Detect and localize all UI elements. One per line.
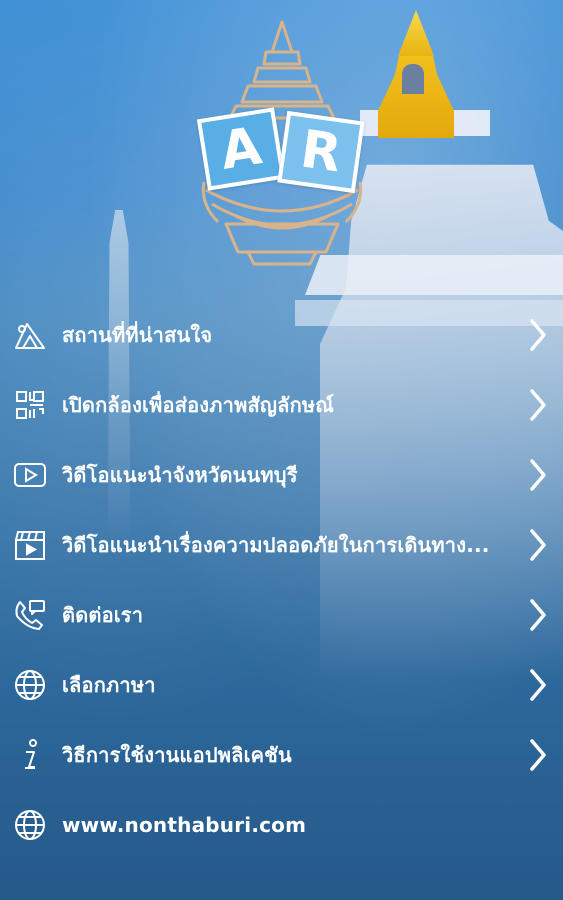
menu-label: เปิดกล้องเพื่อส่องภาพสัญลักษณ์ bbox=[62, 393, 335, 417]
globe-icon bbox=[13, 668, 47, 702]
ar-letter-r: R bbox=[277, 110, 365, 194]
chevron-right-icon bbox=[527, 667, 549, 703]
globe-icon bbox=[13, 808, 47, 842]
menu-label: วิธีการใช้งานแอปพลิเคชัน bbox=[62, 743, 292, 767]
film-clapper-icon bbox=[13, 528, 47, 562]
chevron-right-icon bbox=[527, 387, 549, 423]
menu-item-province-video[interactable]: วิดีโอแนะนำจังหวัดนนทบุรี bbox=[0, 440, 563, 510]
chevron-right-icon bbox=[527, 457, 549, 493]
menu-item-select-language[interactable]: เลือกภาษา bbox=[0, 650, 563, 720]
chevron-right-icon bbox=[527, 317, 549, 353]
qr-scan-icon bbox=[13, 388, 47, 422]
menu-item-safety-video[interactable]: วิดีโอแนะนำเรื่องความปลอดภัยในการเดินทาง… bbox=[0, 510, 563, 580]
menu-label: สถานที่ที่น่าสนใจ bbox=[62, 323, 213, 347]
menu-label: เลือกภาษา bbox=[62, 673, 156, 697]
menu-item-contact-us[interactable]: ติดต่อเรา bbox=[0, 580, 563, 650]
ar-letter-a: A bbox=[196, 107, 286, 191]
phone-message-icon bbox=[13, 598, 47, 632]
menu-label: ติดต่อเรา bbox=[62, 603, 144, 627]
menu-item-how-to-use[interactable]: วิธีการใช้งานแอปพลิเคชัน bbox=[0, 720, 563, 790]
video-play-icon bbox=[13, 458, 47, 492]
info-icon bbox=[13, 738, 47, 772]
menu-item-open-camera[interactable]: เปิดกล้องเพื่อส่องภาพสัญลักษณ์ bbox=[0, 370, 563, 440]
website-link[interactable]: www.nonthaburi.com bbox=[62, 813, 306, 837]
chevron-right-icon bbox=[527, 527, 549, 563]
chevron-right-icon bbox=[527, 597, 549, 633]
menu-label: วิดีโอแนะนำเรื่องความปลอดภัยในการเดินทาง… bbox=[62, 533, 490, 557]
chevron-right-icon bbox=[527, 737, 549, 773]
landmark-icon bbox=[13, 318, 47, 352]
menu-item-attractions[interactable]: สถานที่ที่น่าสนใจ bbox=[0, 300, 563, 370]
menu-label: วิดีโอแนะนำจังหวัดนนทบุรี bbox=[62, 463, 298, 487]
main-menu: สถานที่ที่น่าสนใจ เปิดกล้องเพื่อส่องภาพส… bbox=[0, 300, 563, 860]
menu-item-website-link[interactable]: www.nonthaburi.com bbox=[0, 790, 563, 860]
